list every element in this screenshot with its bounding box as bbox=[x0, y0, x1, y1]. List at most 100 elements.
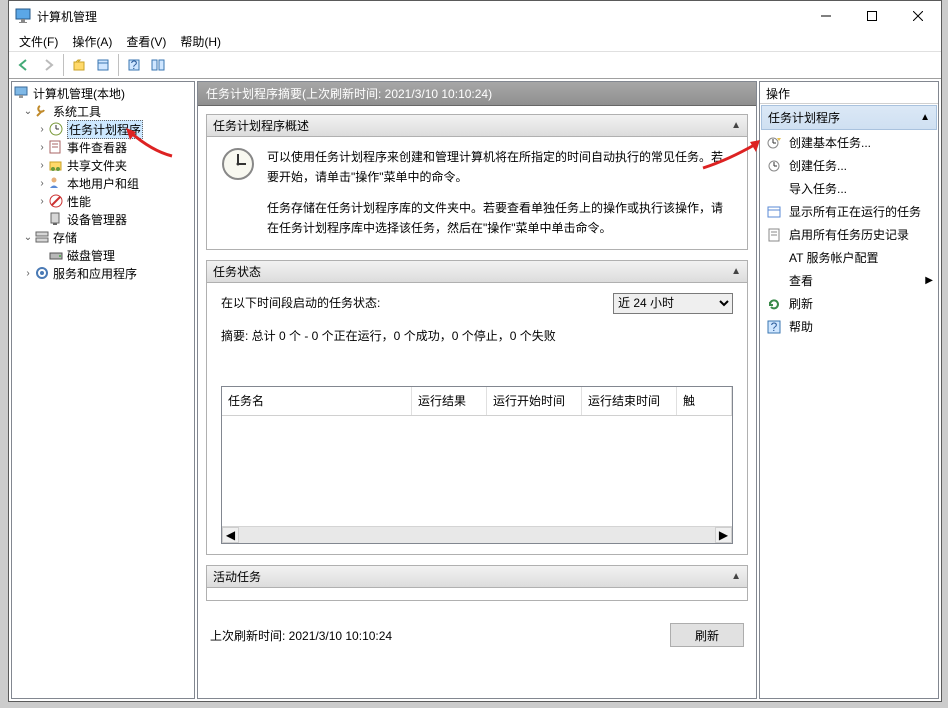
task-table-header: 任务名 运行结果 运行开始时间 运行结束时间 触 bbox=[222, 387, 732, 416]
show-hide-button[interactable] bbox=[147, 54, 169, 76]
action-at-account[interactable]: AT 服务帐户配置 bbox=[761, 246, 937, 269]
overview-p1: 可以使用任务计划程序来创建和管理计算机将在所指定的时间自动执行的常见任务。若要开… bbox=[267, 147, 733, 188]
overview-panel-header[interactable]: 任务计划程序概述 ▲ bbox=[207, 115, 747, 137]
action-create-basic-task[interactable]: 创建基本任务... bbox=[761, 131, 937, 154]
tree-performance[interactable]: › 性能 bbox=[12, 192, 194, 210]
account-icon bbox=[765, 250, 783, 266]
action-view[interactable]: 查看 ▶ bbox=[761, 269, 937, 292]
tree-root[interactable]: 计算机管理(本地) bbox=[12, 84, 194, 102]
expand-icon[interactable]: › bbox=[22, 268, 34, 279]
action-enable-history[interactable]: 启用所有任务历史记录 bbox=[761, 223, 937, 246]
help-icon: ? bbox=[765, 319, 783, 335]
refresh-button[interactable]: 刷新 bbox=[670, 623, 744, 647]
col-trigger[interactable]: 触 bbox=[677, 387, 732, 415]
collapse-icon[interactable]: ▲ bbox=[731, 266, 741, 277]
status-panel-header[interactable]: 任务状态 ▲ bbox=[207, 261, 747, 283]
active-tasks-title: 活动任务 bbox=[213, 568, 261, 585]
chevron-right-icon: ▶ bbox=[925, 275, 933, 286]
scroll-track[interactable] bbox=[239, 527, 715, 543]
shared-folder-icon bbox=[48, 157, 64, 173]
menu-help[interactable]: 帮助(H) bbox=[174, 31, 227, 52]
task-table-body[interactable] bbox=[222, 416, 732, 526]
tree-task-scheduler[interactable]: › 任务计划程序 bbox=[12, 120, 194, 138]
overview-text: 可以使用任务计划程序来创建和管理计算机将在所指定的时间自动执行的常见任务。若要开… bbox=[267, 147, 733, 239]
create-basic-task-icon bbox=[765, 135, 783, 151]
history-icon bbox=[765, 227, 783, 243]
active-tasks-header[interactable]: 活动任务 ▲ bbox=[207, 566, 747, 588]
expand-icon[interactable]: › bbox=[36, 196, 48, 207]
action-help[interactable]: ? 帮助 bbox=[761, 315, 937, 338]
col-result[interactable]: 运行结果 bbox=[412, 387, 487, 415]
action-import-task[interactable]: 导入任务... bbox=[761, 177, 937, 200]
navigation-tree[interactable]: 计算机管理(本地) ⌄ 系统工具 › 任务计划程序 › 事件查看器 › 共享文件… bbox=[11, 81, 195, 699]
create-task-icon bbox=[765, 158, 783, 174]
close-button[interactable] bbox=[895, 1, 941, 31]
app-window: 计算机管理 文件(F) 操作(A) 查看(V) 帮助(H) ? 计算机管理(本地… bbox=[8, 0, 942, 702]
status-label: 在以下时间段启动的任务状态: bbox=[221, 293, 380, 313]
maximize-button[interactable] bbox=[849, 1, 895, 31]
expand-icon[interactable]: › bbox=[36, 178, 48, 189]
scroll-left-button[interactable]: ◀ bbox=[222, 527, 239, 543]
tree-shared-folders[interactable]: › 共享文件夹 bbox=[12, 156, 194, 174]
overview-panel: 任务计划程序概述 ▲ 可以使用任务计划程序来创建和管理计算机将在所指定的时间自动… bbox=[206, 114, 748, 250]
action-show-running[interactable]: 显示所有正在运行的任务 bbox=[761, 200, 937, 223]
event-icon bbox=[48, 139, 64, 155]
action-create-task[interactable]: 创建任务... bbox=[761, 154, 937, 177]
actions-section-label: 任务计划程序 bbox=[768, 109, 840, 126]
col-end[interactable]: 运行结束时间 bbox=[582, 387, 677, 415]
expand-icon[interactable]: › bbox=[36, 160, 48, 171]
expand-icon[interactable]: › bbox=[36, 142, 48, 153]
last-refresh-text: 上次刷新时间: 2021/3/10 10:10:24 bbox=[210, 627, 392, 644]
properties-button[interactable] bbox=[92, 54, 114, 76]
overview-p2: 任务存储在任务计划程序库的文件夹中。若要查看单独任务上的操作或执行该操作，请在任… bbox=[267, 198, 733, 239]
tree-disk-management[interactable]: 磁盘管理 bbox=[12, 246, 194, 264]
menu-action[interactable]: 操作(A) bbox=[66, 31, 118, 52]
help-button[interactable]: ? bbox=[123, 54, 145, 76]
toolbar: ? bbox=[9, 51, 941, 79]
main-body: 任务计划程序概述 ▲ 可以使用任务计划程序来创建和管理计算机将在所指定的时间自动… bbox=[198, 106, 756, 698]
collapse-icon[interactable]: ⌄ bbox=[22, 106, 34, 117]
tree-device-manager[interactable]: 设备管理器 bbox=[12, 210, 194, 228]
overview-title: 任务计划程序概述 bbox=[213, 117, 309, 134]
main-header-text: 任务计划程序摘要(上次刷新时间: 2021/3/10 10:10:24) bbox=[206, 85, 492, 102]
actions-section-header[interactable]: 任务计划程序 ▲ bbox=[761, 105, 937, 130]
active-tasks-panel: 活动任务 ▲ bbox=[206, 565, 748, 601]
menubar: 文件(F) 操作(A) 查看(V) 帮助(H) bbox=[9, 31, 941, 51]
collapse-icon[interactable]: ▲ bbox=[731, 571, 741, 582]
svg-text:?: ? bbox=[131, 58, 138, 72]
services-icon bbox=[34, 265, 50, 281]
menu-file[interactable]: 文件(F) bbox=[13, 31, 64, 52]
tree-system-tools[interactable]: ⌄ 系统工具 bbox=[12, 102, 194, 120]
content-area: 计算机管理(本地) ⌄ 系统工具 › 任务计划程序 › 事件查看器 › 共享文件… bbox=[9, 79, 941, 701]
tree-storage[interactable]: ⌄ 存储 bbox=[12, 228, 194, 246]
view-icon bbox=[765, 273, 783, 289]
menu-view[interactable]: 查看(V) bbox=[120, 31, 172, 52]
scroll-right-button[interactable]: ▶ bbox=[715, 527, 732, 543]
tree-event-viewer[interactable]: › 事件查看器 bbox=[12, 138, 194, 156]
storage-icon bbox=[34, 229, 50, 245]
status-title: 任务状态 bbox=[213, 263, 261, 280]
action-refresh[interactable]: 刷新 bbox=[761, 292, 937, 315]
nav-back-button[interactable] bbox=[13, 54, 35, 76]
tree-services-apps[interactable]: › 服务和应用程序 bbox=[12, 264, 194, 282]
tree-local-users[interactable]: › 本地用户和组 bbox=[12, 174, 194, 192]
status-period-select[interactable]: 近 24 小时 bbox=[613, 293, 733, 314]
collapse-icon[interactable]: ⌄ bbox=[22, 232, 34, 243]
expand-icon[interactable]: › bbox=[36, 124, 48, 135]
import-icon bbox=[765, 181, 783, 197]
collapse-icon[interactable]: ▲ bbox=[731, 120, 741, 131]
disk-icon bbox=[48, 247, 64, 263]
users-icon bbox=[48, 175, 64, 191]
up-button[interactable] bbox=[68, 54, 90, 76]
minimize-button[interactable] bbox=[803, 1, 849, 31]
nav-forward-button[interactable] bbox=[37, 54, 59, 76]
collapse-icon[interactable]: ▲ bbox=[920, 112, 930, 123]
tools-icon bbox=[34, 103, 50, 119]
status-summary: 摘要: 总计 0 个 - 0 个正在运行，0 个成功，0 个停止，0 个失败 bbox=[221, 326, 733, 346]
active-tasks-body bbox=[207, 588, 747, 600]
device-icon bbox=[48, 211, 64, 227]
col-task-name[interactable]: 任务名 bbox=[222, 387, 412, 415]
overview-body: 可以使用任务计划程序来创建和管理计算机将在所指定的时间自动执行的常见任务。若要开… bbox=[207, 137, 747, 249]
col-start[interactable]: 运行开始时间 bbox=[487, 387, 582, 415]
horizontal-scrollbar[interactable]: ◀ ▶ bbox=[222, 526, 732, 543]
